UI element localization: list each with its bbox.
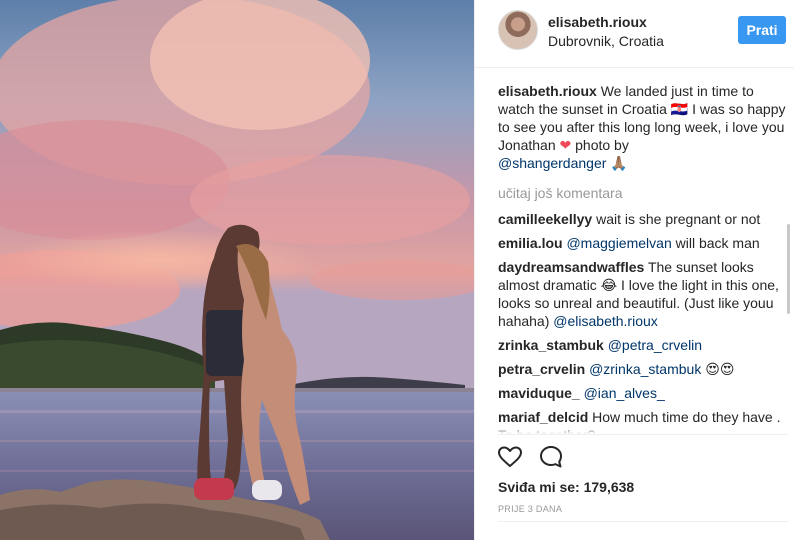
comment-mention[interactable]: @maggiemelvan <box>566 235 671 251</box>
list-item: daydreamsandwaffles The sunset looks alm… <box>498 258 788 330</box>
caption-username[interactable]: elisabeth.rioux <box>498 83 597 99</box>
comments-scrollbar[interactable] <box>787 184 791 434</box>
heart-emoji-icon: ❤ <box>559 137 572 153</box>
comment-username[interactable]: camilleekellyy <box>498 211 592 227</box>
comment-mention[interactable]: @petra_crvelin <box>608 337 702 353</box>
heart-icon[interactable] <box>497 444 523 470</box>
scrollbar-thumb[interactable] <box>787 224 790 314</box>
post-details-panel: elisabeth.rioux Dubrovnik, Croatia Prati… <box>474 0 794 540</box>
comment-username[interactable]: petra_crvelin <box>498 361 585 377</box>
likes-number: 179,638 <box>583 479 635 495</box>
list-item: petra_crvelin @zrinka_stambuk 😍😍 <box>498 360 788 378</box>
caption-text-3: photo by <box>571 137 629 153</box>
load-more-comments-link[interactable]: učitaj još komentara <box>498 184 788 202</box>
caption-mention[interactable]: @shangerdanger <box>498 155 606 171</box>
comments-fade <box>498 426 788 434</box>
list-item: emilia.lou @maggiemelvan will back man <box>498 234 788 252</box>
comment-username[interactable]: maviduque_ <box>498 385 580 401</box>
post-username[interactable]: elisabeth.rioux <box>548 14 647 30</box>
post-timestamp: PRIJE 3 DANA <box>498 504 563 514</box>
comments-list: elisabeth.rioux We landed just in time t… <box>498 82 788 434</box>
comment-username[interactable]: zrinka_stambuk <box>498 337 604 353</box>
comment-icon[interactable] <box>538 444 564 470</box>
post-location[interactable]: Dubrovnik, Croatia <box>548 33 664 49</box>
likes-label: Sviđa mi se: <box>498 479 580 495</box>
comment-mention[interactable]: @elisabeth.rioux <box>553 313 658 329</box>
caption: elisabeth.rioux We landed just in time t… <box>498 82 788 172</box>
comment-username[interactable]: daydreamsandwaffles <box>498 259 644 275</box>
comment-username[interactable]: mariaf_delcid <box>498 409 588 425</box>
list-item: maviduque_ @ian_alves_ <box>498 384 788 402</box>
follow-button[interactable]: Prati <box>738 16 786 44</box>
prayer-emoji-icon: 🙏🏽 <box>610 155 628 171</box>
comment-text: will back man <box>671 235 760 251</box>
flag-icon: 🇭🇷 <box>670 101 689 117</box>
divider <box>498 434 788 435</box>
comment-mention[interactable]: @ian_alves_ <box>584 385 665 401</box>
comment-text: wait is she pregnant or not <box>596 211 761 227</box>
sunset-couple-image <box>0 0 474 540</box>
post-photo[interactable] <box>0 0 474 540</box>
comment-username[interactable]: emilia.lou <box>498 235 563 251</box>
divider <box>498 521 788 522</box>
comment-mention[interactable]: @zrinka_stambuk <box>589 361 701 377</box>
list-item: camilleekellyy wait is she pregnant or n… <box>498 210 788 228</box>
avatar[interactable] <box>498 10 538 50</box>
comment-text: 😍😍 <box>701 361 735 377</box>
likes-count[interactable]: Sviđa mi se: 179,638 <box>498 479 634 495</box>
post-header: elisabeth.rioux Dubrovnik, Croatia Prati <box>475 0 794 68</box>
list-item: zrinka_stambuk @petra_crvelin <box>498 336 788 354</box>
